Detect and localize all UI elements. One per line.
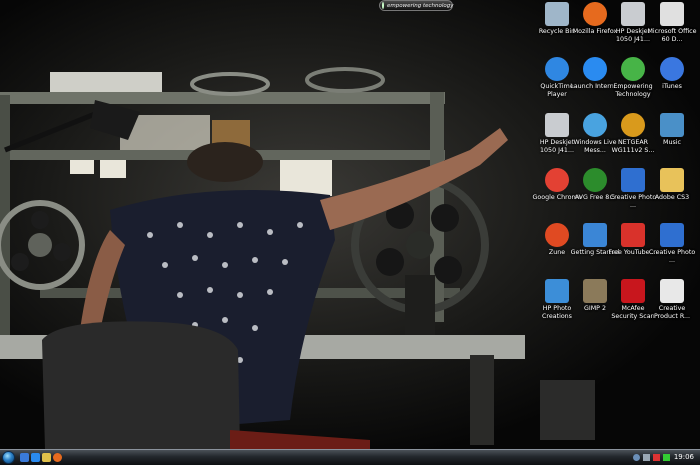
desktop-icon-label: Creative Photo ... bbox=[648, 249, 696, 264]
desktop-icon-label: Microsoft Office 60 D... bbox=[647, 28, 697, 43]
clock[interactable]: 19:06 bbox=[674, 453, 694, 461]
start-button[interactable] bbox=[2, 451, 15, 464]
firefox-icon bbox=[583, 2, 607, 26]
zune-icon bbox=[545, 223, 569, 247]
itunes-icon bbox=[660, 57, 684, 81]
hp-photo-icon bbox=[545, 279, 569, 303]
youtube-downloader-icon bbox=[621, 223, 645, 247]
taskbar: 19:06 bbox=[0, 449, 700, 465]
desktop-icon-label: iTunes bbox=[662, 83, 682, 90]
desktop-icon-creative-product-r[interactable]: Creative Product R... bbox=[647, 279, 697, 320]
recycle-bin-icon bbox=[545, 2, 569, 26]
internet-explorer-icon[interactable] bbox=[31, 453, 40, 462]
empowering-technology-gadget[interactable]: empowering technology bbox=[379, 0, 454, 11]
folder-icon[interactable] bbox=[42, 453, 51, 462]
volume-icon[interactable] bbox=[643, 454, 650, 461]
connection-icon[interactable] bbox=[663, 454, 670, 461]
desktop-icon-music[interactable]: Music bbox=[647, 113, 697, 147]
internet-explorer-icon bbox=[583, 57, 607, 81]
gimp-icon bbox=[583, 279, 607, 303]
gadget-label: empowering technology bbox=[387, 2, 454, 9]
creative-photo-icon bbox=[621, 168, 645, 192]
chrome-icon bbox=[545, 168, 569, 192]
network-icon[interactable] bbox=[633, 454, 640, 461]
desktop-icon-label: Creative Product R... bbox=[653, 305, 691, 320]
folder-icon bbox=[660, 168, 684, 192]
security-icon[interactable] bbox=[653, 454, 660, 461]
desktop-icon-creative-photo-b[interactable]: Creative Photo ... bbox=[647, 223, 697, 264]
office-icon bbox=[660, 2, 684, 26]
show-desktop-icon[interactable] bbox=[20, 453, 29, 462]
getting-started-icon bbox=[583, 223, 607, 247]
printer-icon bbox=[545, 113, 569, 137]
messenger-icon bbox=[583, 113, 607, 137]
avg-icon bbox=[583, 168, 607, 192]
status-dot-icon bbox=[382, 2, 384, 9]
desktop-icon-adobe-cs3[interactable]: Adobe CS3 bbox=[647, 168, 697, 202]
quicktime-icon bbox=[545, 57, 569, 81]
desktop-icon-itunes[interactable]: iTunes bbox=[647, 57, 697, 91]
printer-icon bbox=[621, 2, 645, 26]
netgear-icon bbox=[621, 113, 645, 137]
firefox-icon[interactable] bbox=[53, 453, 62, 462]
empowering-technology-icon bbox=[621, 57, 645, 81]
mcafee-icon bbox=[621, 279, 645, 303]
creative-product-icon bbox=[660, 279, 684, 303]
desktop-icon-label: Adobe CS3 bbox=[654, 194, 690, 201]
music-folder-icon bbox=[660, 113, 684, 137]
creative-photo-icon bbox=[660, 223, 684, 247]
desktop-icon-label: Music bbox=[663, 139, 681, 146]
desktop-icon-microsoft-office-60-day[interactable]: Microsoft Office 60 D... bbox=[647, 2, 697, 43]
